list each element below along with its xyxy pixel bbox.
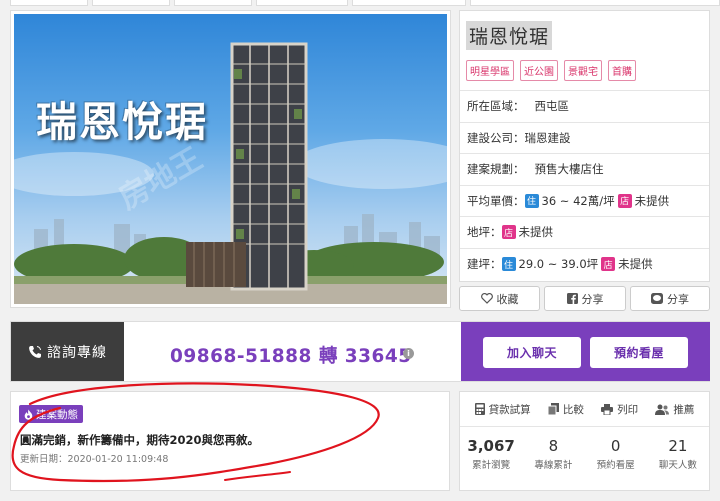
stat-value: 0 bbox=[610, 437, 621, 455]
shop-badge: 店 bbox=[501, 225, 516, 240]
project-header: 瑞恩悅琚 明星學區 近公園 景觀宅 首購 bbox=[460, 11, 709, 91]
tag[interactable]: 景觀宅 bbox=[564, 60, 602, 81]
shop-badge: 店 bbox=[601, 257, 616, 272]
building-shop-value: 未提供 bbox=[618, 257, 653, 272]
stats-panel: 貸款試算 比較 列印 推薦 3,067 累計瀏覽 8 專線累計 0 預約看屋 2… bbox=[459, 391, 710, 491]
land-value: 未提供 bbox=[518, 225, 554, 240]
building-residential-value: 29.0 ~ 39.0坪 bbox=[518, 257, 599, 272]
building-label: 建坪： bbox=[467, 257, 502, 272]
district-row: 所在區域： 西屯區 bbox=[460, 91, 709, 123]
facebook-share-button[interactable]: 分享 bbox=[544, 286, 626, 311]
stat-label: 專線累計 bbox=[534, 460, 573, 471]
top-strip bbox=[10, 0, 720, 6]
stat-label: 預約看屋 bbox=[596, 460, 635, 471]
plan-row: 建案規劃： 預售大樓店住 bbox=[460, 154, 709, 186]
stat-label: 聊天人數 bbox=[658, 460, 697, 471]
recommend-label: 推薦 bbox=[673, 403, 695, 416]
compare-label: 比較 bbox=[562, 403, 584, 416]
price-residential-value: 36 ~ 42萬/坪 bbox=[541, 193, 615, 208]
price-label: 平均單價： bbox=[467, 193, 525, 208]
land-label: 地坪： bbox=[467, 225, 502, 240]
building-row: 建坪： 住 29.0 ~ 39.0坪 店 未提供 bbox=[460, 249, 709, 281]
residential-badge: 住 bbox=[501, 257, 516, 272]
contact-bar: 諮詢專線 09868-51888 轉 33645 i 加入聊天 預約看屋 bbox=[10, 321, 710, 382]
stat-bookings: 0 預約看屋 bbox=[586, 437, 646, 471]
land-row: 地坪： 店 未提供 bbox=[460, 217, 709, 249]
tag[interactable]: 首購 bbox=[608, 60, 636, 81]
project-info-panel: 瑞恩悅琚 明星學區 近公園 景觀宅 首購 所在區域： 西屯區 建設公司： 瑞恩建… bbox=[459, 10, 710, 282]
builder-row: 建設公司： 瑞恩建設 bbox=[460, 123, 709, 154]
action-panel: 加入聊天 預約看屋 bbox=[461, 322, 710, 381]
stat-value: 21 bbox=[668, 437, 688, 455]
annotation-circle bbox=[11, 382, 380, 483]
project-tags: 明星學區 近公園 景觀宅 首購 bbox=[466, 60, 703, 81]
print-label: 列印 bbox=[617, 403, 639, 416]
stat-label: 累計瀏覽 bbox=[472, 460, 511, 471]
line-icon bbox=[651, 293, 663, 304]
facebook-icon bbox=[566, 293, 578, 304]
stats-row: 3,067 累計瀏覽 8 專線累計 0 預約看屋 21 聊天人數 bbox=[460, 427, 709, 471]
favorite-label: 收藏 bbox=[496, 292, 519, 306]
tool-row: 貸款試算 比較 列印 推薦 bbox=[460, 392, 709, 427]
loan-calculator-button[interactable]: 貸款試算 bbox=[474, 402, 531, 417]
tag[interactable]: 近公園 bbox=[520, 60, 558, 81]
plan-value: 預售大樓店住 bbox=[534, 162, 604, 177]
compare-button[interactable]: 比較 bbox=[547, 402, 584, 417]
line-share-button[interactable]: 分享 bbox=[630, 286, 710, 311]
recommend-button[interactable]: 推薦 bbox=[655, 402, 694, 417]
line-share-label: 分享 bbox=[667, 292, 689, 306]
builder-label: 建設公司： bbox=[467, 130, 525, 145]
stat-chat-users: 21 聊天人數 bbox=[648, 437, 708, 471]
info-icon[interactable]: i bbox=[403, 348, 414, 359]
project-photo[interactable]: 瑞恩悅琚 房地王 bbox=[10, 10, 451, 308]
facebook-share-label: 分享 bbox=[581, 292, 604, 306]
price-shop-value: 未提供 bbox=[634, 193, 670, 208]
book-visit-button[interactable]: 預約看屋 bbox=[590, 337, 688, 368]
printer-icon bbox=[601, 403, 614, 415]
district-value: 西屯區 bbox=[534, 99, 570, 114]
residential-badge: 住 bbox=[524, 193, 539, 208]
copy-icon bbox=[547, 403, 559, 415]
plan-label: 建案規劃： bbox=[467, 162, 525, 177]
loan-calculator-label: 貸款試算 bbox=[488, 403, 531, 416]
hotline-label: 諮詢專線 bbox=[47, 344, 107, 361]
hotline-label-block: 諮詢專線 bbox=[11, 322, 124, 381]
builder-value: 瑞恩建設 bbox=[524, 130, 571, 145]
stat-value: 8 bbox=[548, 437, 559, 455]
favorite-button[interactable]: 收藏 bbox=[459, 286, 540, 311]
calculator-icon bbox=[474, 403, 485, 415]
tag[interactable]: 明星學區 bbox=[466, 60, 514, 81]
stat-views: 3,067 累計瀏覽 bbox=[461, 437, 521, 471]
project-name: 瑞恩悅琚 bbox=[466, 21, 553, 50]
shop-badge: 店 bbox=[617, 193, 632, 208]
district-label: 所在區域： bbox=[467, 99, 525, 114]
users-icon bbox=[655, 404, 670, 415]
print-button[interactable]: 列印 bbox=[601, 402, 638, 417]
phone-number[interactable]: 09868-51888 轉 33645 bbox=[170, 342, 412, 368]
phone-icon bbox=[29, 345, 41, 358]
price-row: 平均單價： 住 36 ~ 42萬/坪 店 未提供 bbox=[460, 186, 709, 217]
join-chat-button[interactable]: 加入聊天 bbox=[483, 337, 581, 368]
stat-value: 3,067 bbox=[467, 437, 515, 455]
heart-icon bbox=[480, 293, 493, 304]
stat-hotline: 8 專線累計 bbox=[523, 437, 583, 471]
